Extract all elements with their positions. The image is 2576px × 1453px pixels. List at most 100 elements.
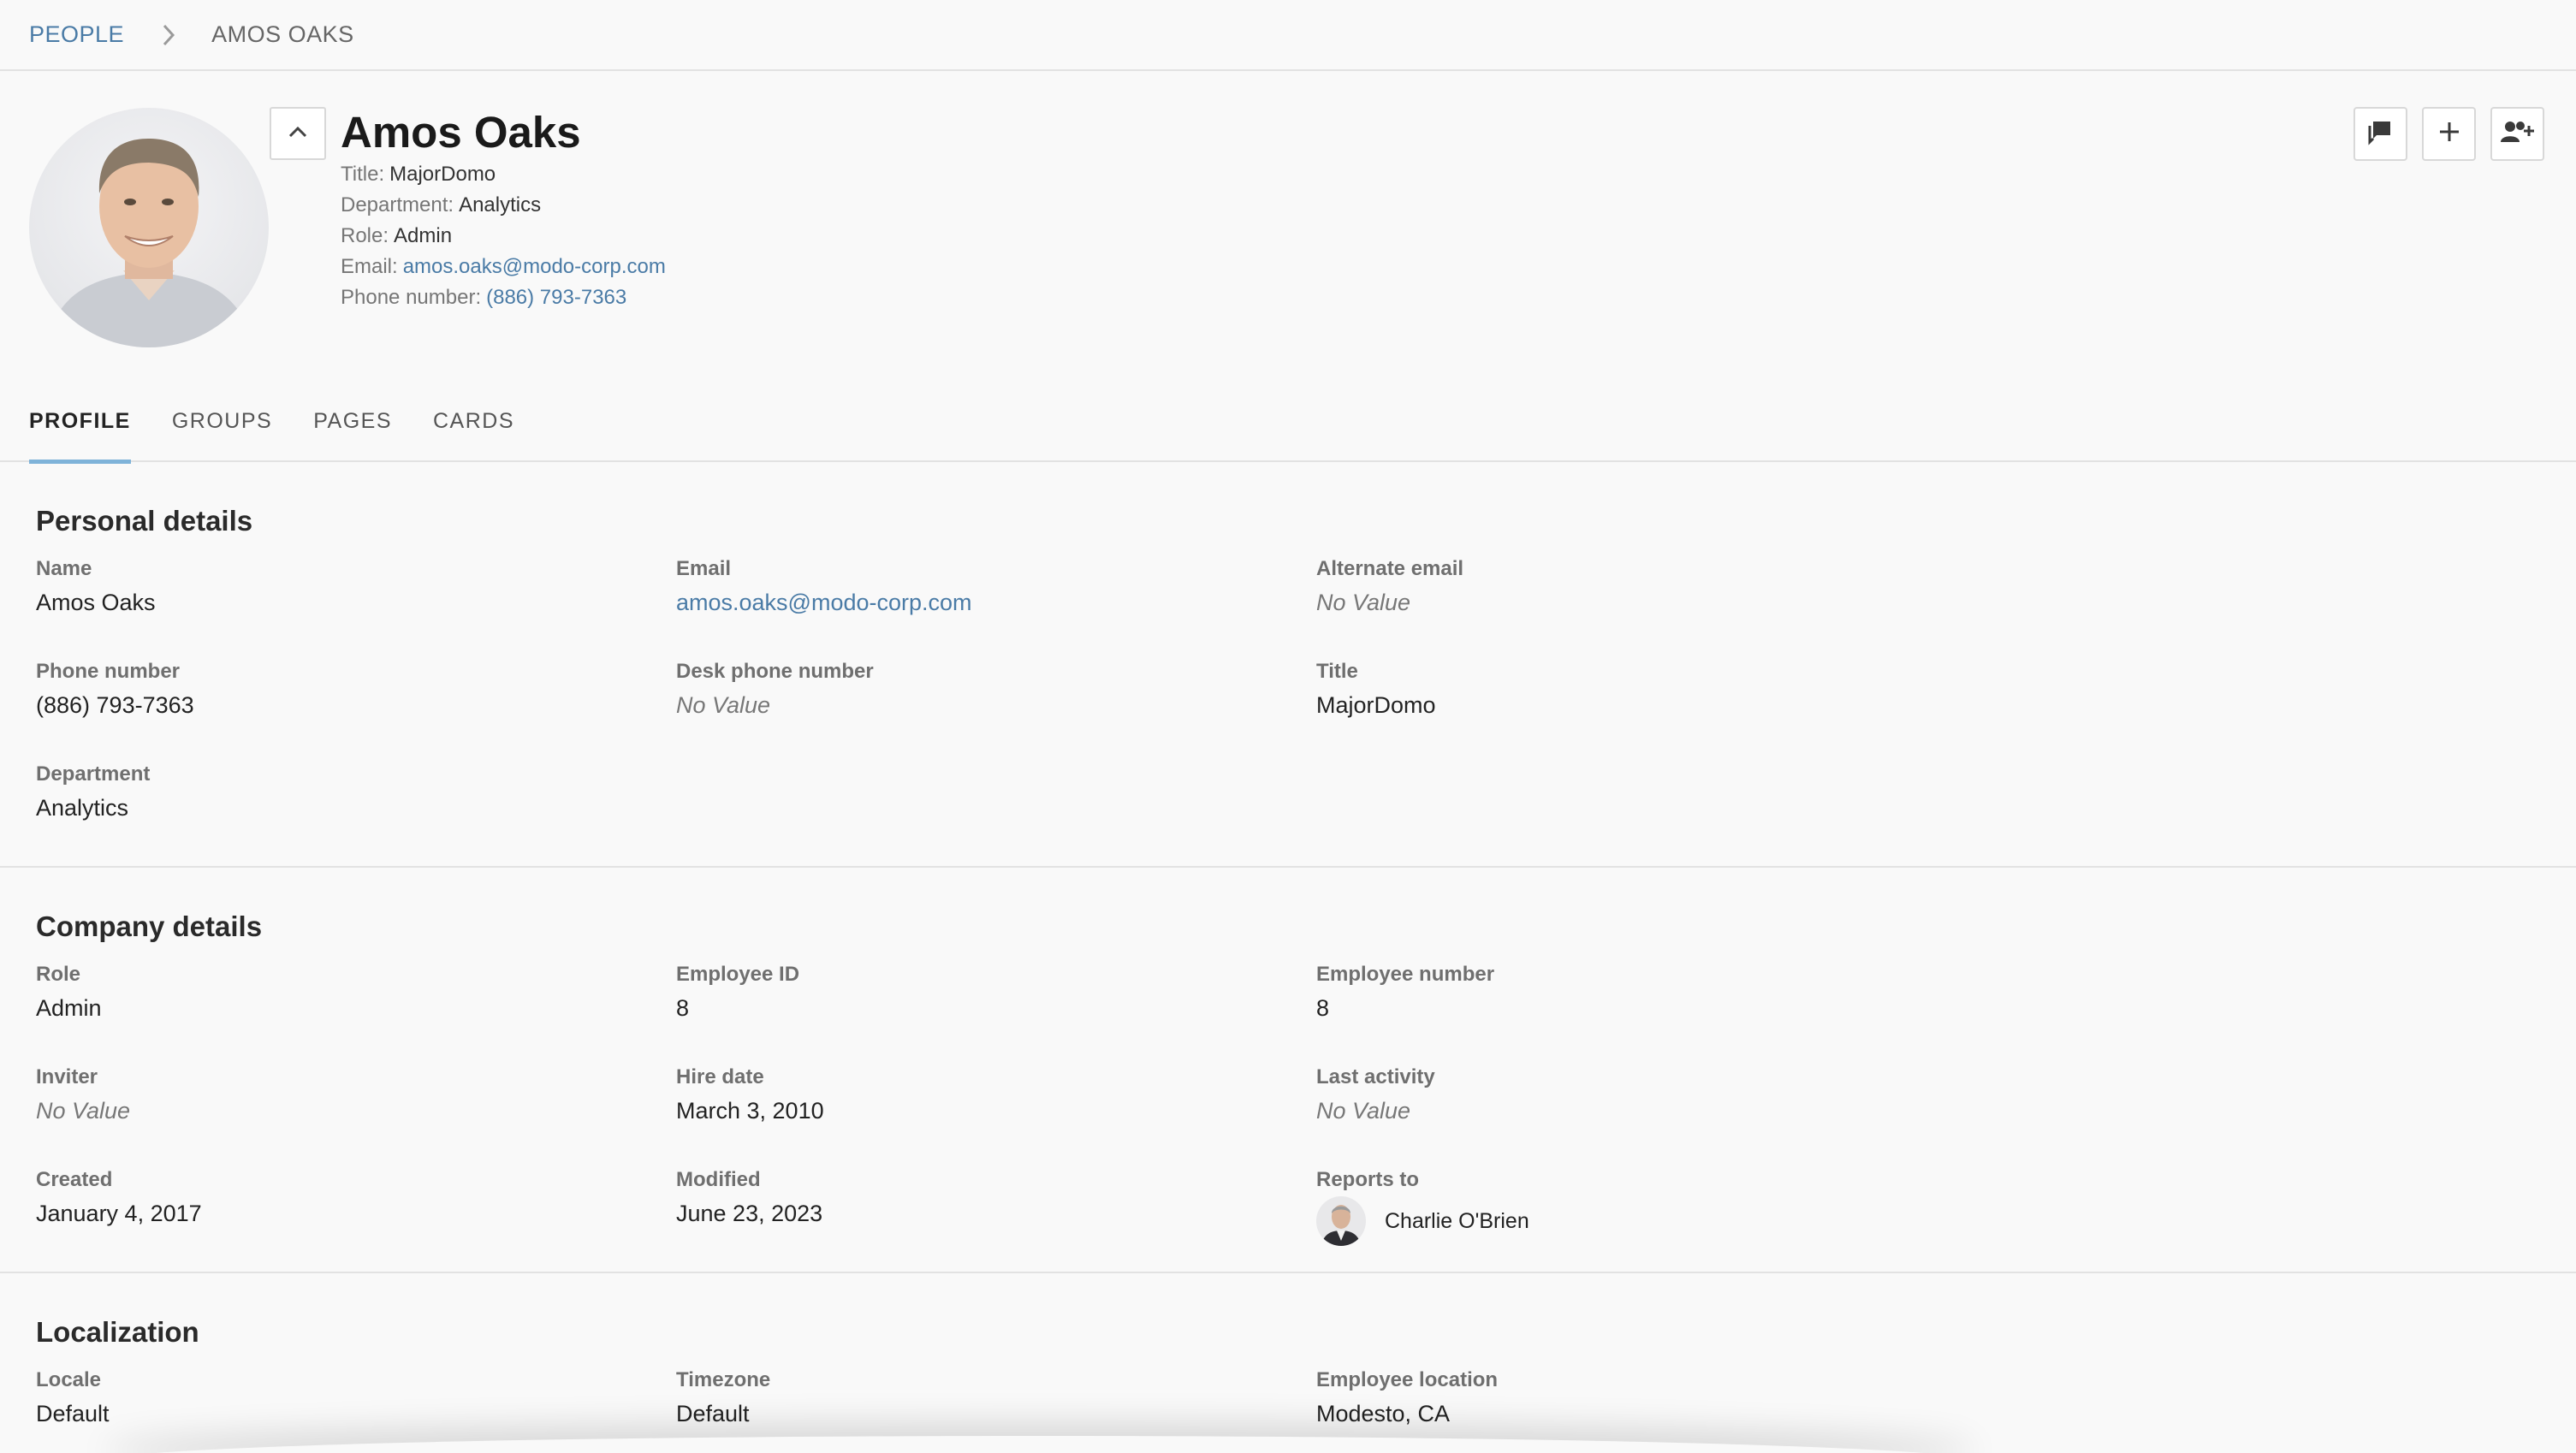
add-to-group-button[interactable] xyxy=(2490,107,2544,161)
field-label: Role xyxy=(36,963,81,986)
field-alternate-email: Alternate email No Value xyxy=(1316,556,1915,620)
profile-tabs: PROFILE GROUPS PAGES CARDS xyxy=(0,394,2576,464)
tab-profile[interactable]: PROFILE xyxy=(29,394,131,464)
field-label: Employee location xyxy=(1316,1368,1499,1391)
field-value: Admin xyxy=(36,995,102,1021)
email-link[interactable]: amos.oaks@modo-corp.com xyxy=(676,585,1275,620)
field-label: Name xyxy=(36,557,92,580)
field-reports-to: Reports to Charlie O'Brien xyxy=(1316,1167,1915,1246)
field-value: March 3, 2010 xyxy=(676,1098,824,1124)
field-value: June 23, 2023 xyxy=(676,1201,823,1226)
field-value: Default xyxy=(36,1401,110,1426)
field-email: Email amos.oaks@modo-corp.com xyxy=(676,556,1275,620)
field-label: Reports to xyxy=(1316,1168,1419,1191)
field-label: Locale xyxy=(36,1368,102,1391)
field-hire-date: Hire date March 3, 2010 xyxy=(676,1065,1275,1128)
field-label: Department xyxy=(36,762,151,786)
company-details-section: Company details Role Admin Employee ID 8… xyxy=(0,868,2576,1273)
message-button[interactable] xyxy=(2353,107,2407,161)
personal-details-section: Personal details Name Amos Oaks Email am… xyxy=(0,462,2576,868)
field-label: Hire date xyxy=(676,1065,764,1088)
header-title-label: Title: xyxy=(341,163,385,186)
add-user-icon xyxy=(2500,119,2536,149)
field-label: Employee ID xyxy=(676,963,800,986)
field-value: 8 xyxy=(676,995,690,1021)
field-employee-number: Employee number 8 xyxy=(1316,962,1915,1025)
reports-to-person[interactable]: Charlie O'Brien xyxy=(1316,1196,1915,1246)
breadcrumb-people-link[interactable]: PEOPLE xyxy=(29,21,124,48)
chat-icon xyxy=(2366,118,2395,150)
field-value: No Value xyxy=(676,692,771,718)
field-label: Modified xyxy=(676,1168,761,1191)
header-title-value: MajorDomo xyxy=(389,163,496,186)
chevron-up-icon xyxy=(288,126,307,142)
profile-actions xyxy=(2353,107,2544,161)
field-modified: Modified June 23, 2023 xyxy=(676,1167,1275,1231)
header-role-label: Role: xyxy=(341,224,389,247)
header-phone-link[interactable]: (886) 793-7363 xyxy=(486,286,626,309)
profile-avatar xyxy=(29,108,269,347)
plus-icon xyxy=(2437,120,2461,148)
field-name: Name Amos Oaks xyxy=(36,556,635,620)
person-name: Amos Oaks xyxy=(341,108,581,157)
localization-section: Localization Locale Default Timezone Def… xyxy=(0,1273,2576,1453)
add-button[interactable] xyxy=(2422,107,2476,161)
field-role: Role Admin xyxy=(36,962,635,1025)
header-role-row: Role: Admin xyxy=(341,221,666,252)
header-department-value: Analytics xyxy=(459,193,542,216)
field-value: No Value xyxy=(36,1098,131,1124)
tab-pages[interactable]: PAGES xyxy=(313,394,392,462)
field-created: Created January 4, 2017 xyxy=(36,1167,635,1231)
field-label: Desk phone number xyxy=(676,660,874,683)
field-value: Analytics xyxy=(36,795,129,821)
header-role-value: Admin xyxy=(394,224,453,247)
field-value: No Value xyxy=(1316,590,1411,615)
header-email-label: Email: xyxy=(341,255,398,278)
field-label: Timezone xyxy=(676,1368,771,1391)
personal-details-title: Personal details xyxy=(36,505,253,537)
field-department: Department Analytics xyxy=(36,762,635,825)
field-value: Amos Oaks xyxy=(36,590,156,615)
breadcrumb: PEOPLE AMOS OAKS xyxy=(0,0,2576,71)
field-value: 8 xyxy=(1316,995,1330,1021)
field-employee-location: Employee location Modesto, CA xyxy=(1316,1367,1915,1431)
reports-to-name[interactable]: Charlie O'Brien xyxy=(1385,1209,1529,1234)
field-phone-number: Phone number (886) 793-7363 xyxy=(36,659,635,722)
field-value: MajorDomo xyxy=(1316,692,1436,718)
header-title-row: Title: MajorDomo xyxy=(341,159,666,190)
field-title: Title MajorDomo xyxy=(1316,659,1915,722)
field-timezone: Timezone Default xyxy=(676,1367,1275,1431)
bottom-panel-shadow xyxy=(103,1436,1977,1453)
breadcrumb-current: AMOS OAKS xyxy=(211,21,354,47)
tab-cards[interactable]: CARDS xyxy=(433,394,514,462)
header-phone-row: Phone number: (886) 793-7363 xyxy=(341,282,666,313)
header-email-row: Email: amos.oaks@modo-corp.com xyxy=(341,252,666,282)
field-label: Alternate email xyxy=(1316,557,1464,580)
field-desk-phone: Desk phone number No Value xyxy=(676,659,1275,722)
company-details-title: Company details xyxy=(36,910,263,942)
header-phone-label: Phone number: xyxy=(341,286,482,309)
avatar xyxy=(1316,1196,1366,1246)
header-email-link[interactable]: amos.oaks@modo-corp.com xyxy=(403,255,666,278)
field-inviter: Inviter No Value xyxy=(36,1065,635,1128)
field-value: (886) 793-7363 xyxy=(36,692,194,718)
field-value: No Value xyxy=(1316,1098,1411,1124)
field-last-activity: Last activity No Value xyxy=(1316,1065,1915,1128)
tab-groups[interactable]: GROUPS xyxy=(172,394,272,462)
field-employee-id: Employee ID 8 xyxy=(676,962,1275,1025)
localization-title: Localization xyxy=(36,1316,199,1348)
field-value: Modesto, CA xyxy=(1316,1401,1451,1426)
header-department-label: Department: xyxy=(341,193,454,216)
chevron-right-icon xyxy=(162,24,175,46)
field-value: Default xyxy=(676,1401,750,1426)
collapse-header-button[interactable] xyxy=(270,107,326,160)
field-locale: Locale Default xyxy=(36,1367,635,1431)
field-label: Last activity xyxy=(1316,1065,1435,1088)
field-label: Created xyxy=(36,1168,113,1191)
field-label: Phone number xyxy=(36,660,181,683)
header-department-row: Department: Analytics xyxy=(341,190,666,221)
field-label: Inviter xyxy=(36,1065,98,1088)
field-value: January 4, 2017 xyxy=(36,1201,202,1226)
field-label: Title xyxy=(1316,660,1358,683)
profile-header-info: Amos Oaks Title: MajorDomo Department: Ana… xyxy=(341,106,666,313)
